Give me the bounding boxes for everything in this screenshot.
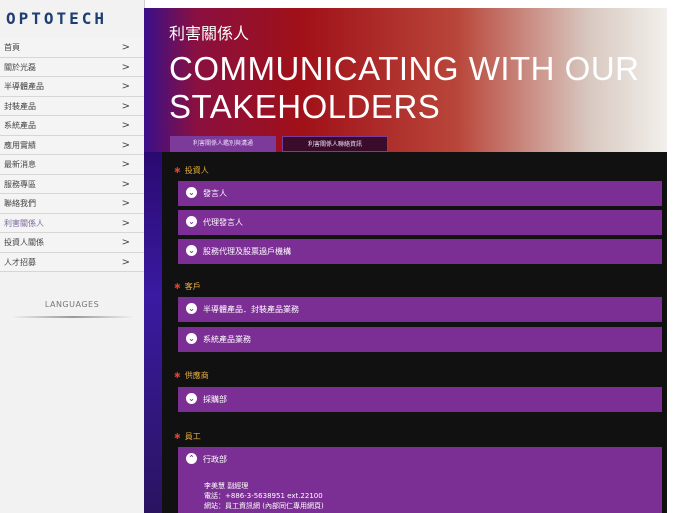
chevron-down-icon: ⌄: [186, 216, 197, 227]
logo[interactable]: OPTOTECH: [6, 9, 107, 28]
sidebar-item-system[interactable]: 系統產品 >: [0, 116, 144, 136]
accordion-label: 發言人: [203, 189, 227, 198]
section-heading-customers: ✱ 客戶: [174, 281, 201, 292]
sidebar-item-applications[interactable]: 應用實績 >: [0, 135, 144, 155]
chevron-down-icon: ⌄: [186, 333, 197, 344]
chevron-right-icon: >: [121, 256, 130, 268]
chevron-right-icon: >: [121, 237, 130, 248]
chevron-right-icon: >: [121, 61, 130, 73]
accordion-semiconductor-sales[interactable]: ⌄ 半導體產品．封裝產品業務: [178, 297, 662, 322]
accordion-admin-expanded[interactable]: ⌃ 行政部 李美慧 副經理 電話：+886-3-5638951 ext.22100…: [178, 447, 662, 513]
star-icon: ✱: [174, 166, 181, 175]
sidebar-item-label: 首頁: [4, 43, 20, 52]
sidebar-item-label: 人才招募: [4, 257, 36, 267]
contact-phone: 電話：+886-3-5638951 ext.22100: [204, 492, 323, 500]
star-icon: ✱: [174, 282, 181, 291]
sidebar-item-label: 關於光磊: [4, 62, 36, 72]
section-heading-employees: ✱ 員工: [174, 431, 201, 442]
sidebar-item-label: 系統產品: [4, 121, 36, 130]
section-heading-suppliers: ✱ 供應商: [174, 370, 209, 381]
sidebar-item-label: 服務專區: [4, 179, 36, 189]
chevron-down-icon: ⌄: [186, 187, 197, 198]
sidebar-item-investors[interactable]: 投資人關係 >: [0, 233, 144, 253]
accordion-label: 股務代理及股票過戶機構: [203, 247, 291, 256]
accordion-label: 代理發言人: [203, 218, 243, 227]
star-icon: ✱: [174, 371, 181, 380]
chevron-right-icon: >: [121, 198, 130, 209]
chevron-right-icon: >: [121, 159, 130, 170]
sidebar-item-label: 聯絡我們: [4, 199, 36, 208]
section-heading-label: 員工: [184, 432, 201, 441]
admin-contact-details: 李美慧 副經理 電話：+886-3-5638951 ext.22100 網站：員…: [204, 481, 324, 511]
tab-identification[interactable]: 利害關係人鑑別與溝通: [170, 136, 276, 152]
chevron-down-icon: ⌄: [186, 303, 197, 314]
contact-name: 李美慧 副經理: [204, 482, 249, 490]
section-heading-label: 客戶: [184, 282, 201, 291]
accordion-purchasing[interactable]: ⌄ 採購部: [178, 387, 662, 412]
sidebar-item-label: 半導體產品: [4, 82, 44, 91]
sidebar-item-careers[interactable]: 人才招募 >: [0, 252, 144, 272]
sidebar-item-about[interactable]: 關於光磊 >: [0, 57, 144, 77]
sidebar-nav: 首頁 > 關於光磊 > 半導體產品 > 封裝產品 > 系統產品 > 應用實績 > 最新消息 >…: [0, 38, 144, 272]
sidebar-item-label: 應用實績: [4, 140, 36, 150]
chevron-right-icon: >: [121, 139, 130, 151]
sidebar-item-semiconductor[interactable]: 半導體產品 >: [0, 77, 144, 97]
chevron-up-icon: ⌃: [186, 453, 197, 464]
accordion-deputy-spokesperson[interactable]: ⌄ 代理發言人: [178, 210, 662, 235]
sidebar-item-label: 最新消息: [4, 160, 36, 169]
chevron-right-icon: >: [121, 42, 130, 53]
contact-website[interactable]: 網站：員工資訊網 (內部同仁專用網頁): [204, 501, 324, 511]
chevron-right-icon: >: [121, 81, 130, 92]
sidebar-item-packaging[interactable]: 封裝產品 >: [0, 96, 144, 116]
accordion-stock-agent[interactable]: ⌄ 股務代理及股票過戶機構: [178, 239, 662, 264]
chevron-down-icon: ⌄: [186, 393, 197, 404]
chevron-down-icon: ⌄: [186, 245, 197, 256]
section-heading-label: 投資人: [184, 166, 209, 175]
accordion-label: 採購部: [203, 395, 227, 404]
main-content: 利害關係人 COMMUNICATING WITH OUR STAKEHOLDER…: [144, 8, 667, 513]
sidebar-item-label: 投資人關係: [4, 238, 44, 247]
section-heading-label: 供應商: [184, 371, 209, 380]
sidebar-item-service[interactable]: 服務專區 >: [0, 174, 144, 194]
chevron-right-icon: >: [121, 217, 130, 229]
accordion-label: 行政部: [203, 455, 227, 464]
accordion-label: 系統產品業務: [203, 335, 251, 344]
sidebar-item-stakeholders[interactable]: 利害關係人 >: [0, 213, 144, 233]
section-heading-investors: ✱ 投資人: [174, 165, 209, 176]
accordion-spokesperson[interactable]: ⌄ 發言人: [178, 181, 662, 206]
sidebar-item-news[interactable]: 最新消息 >: [0, 155, 144, 175]
page-title-en: COMMUNICATING WITH OUR STAKEHOLDERS: [169, 50, 640, 125]
sidebar-item-label: 利害關係人: [4, 218, 44, 228]
languages-label: LANGUAGES: [44, 300, 100, 309]
page-title-cn: 利害關係人: [169, 24, 250, 43]
accordion-system-sales[interactable]: ⌄ 系統產品業務: [178, 327, 662, 352]
languages-divider: [14, 316, 132, 318]
tab-contact-info[interactable]: 利害關係人聯絡資訊: [282, 136, 388, 152]
languages-selector[interactable]: LANGUAGES: [0, 292, 144, 328]
chevron-right-icon: >: [121, 100, 130, 112]
chevron-right-icon: >: [121, 120, 130, 131]
content-panel: 利害關係人鑑別與溝通 利害關係人聯絡資訊 ✱ 投資人 ⌄ 發言人 ⌄ 代理發言人 ⌄ 股…: [144, 136, 667, 513]
chevron-right-icon: >: [121, 178, 130, 190]
sidebar-item-contact[interactable]: 聯絡我們 >: [0, 194, 144, 214]
sidebar: OPTOTECH 首頁 > 關於光磊 > 半導體產品 > 封裝產品 > 系統產品 > 應用…: [0, 0, 145, 513]
sidebar-item-home[interactable]: 首頁 >: [0, 38, 144, 58]
accordion-label: 半導體產品．封裝產品業務: [203, 305, 299, 314]
sidebar-item-label: 封裝產品: [4, 101, 36, 111]
star-icon: ✱: [174, 432, 181, 441]
